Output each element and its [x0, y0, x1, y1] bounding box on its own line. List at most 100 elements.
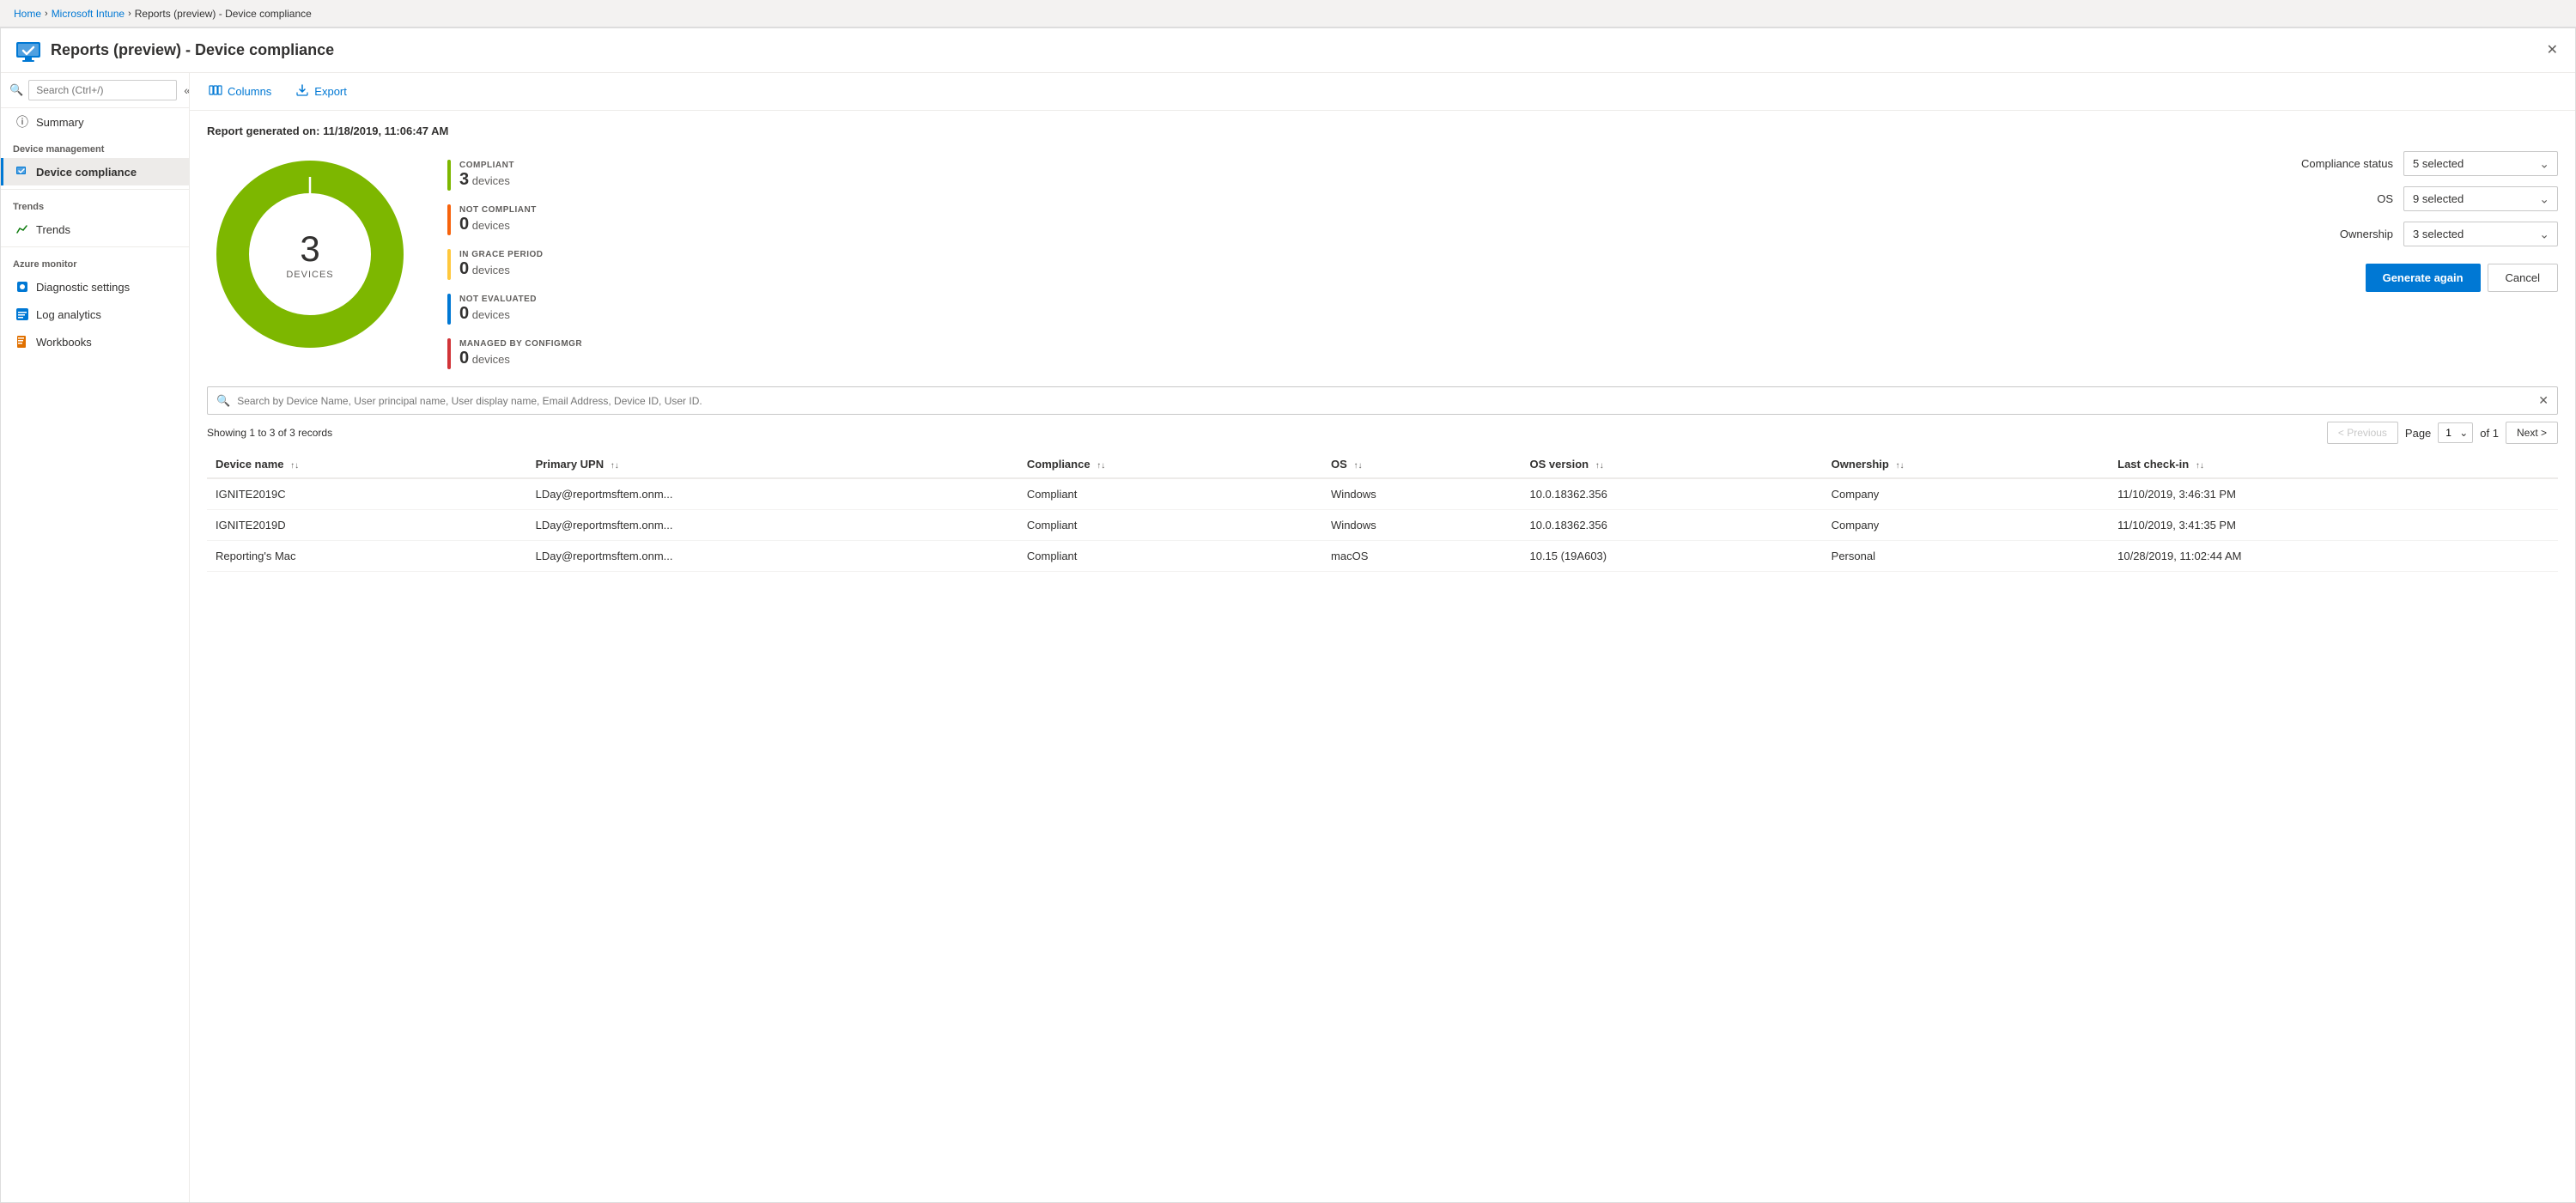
cell-device-name: Reporting's Mac [207, 541, 527, 572]
data-table: Device name ↑↓ Primary UPN ↑↓ Compliance… [207, 451, 2558, 572]
legend-managed-by-configmgr: MANAGED BY CONFIGMGR 0 devices [447, 338, 582, 369]
table-body: IGNITE2019CLDay@reportmsftem.onm...Compl… [207, 478, 2558, 572]
sidebar-item-label: Log analytics [36, 308, 101, 321]
cell-os: macOS [1322, 541, 1521, 572]
close-button[interactable]: ✕ [2543, 40, 2561, 61]
search-input[interactable] [28, 80, 177, 100]
legend-not-evaluated: NOT EVALUATED 0 devices [447, 294, 582, 325]
page-label: Page [2405, 427, 2431, 440]
sidebar-divider-1 [1, 189, 189, 190]
cell-last-check-in: 11/10/2019, 3:46:31 PM [2109, 478, 2558, 510]
sort-icon-os: ↑↓ [1353, 461, 1362, 471]
breadcrumb-intune[interactable]: Microsoft Intune [52, 8, 125, 20]
sort-icon-last-check-in: ↑↓ [2196, 461, 2204, 471]
columns-button[interactable]: Columns [204, 80, 276, 103]
cell-last-check-in: 11/10/2019, 3:41:35 PM [2109, 510, 2558, 541]
search-bar-icon: 🔍 [216, 394, 230, 408]
export-label: Export [314, 85, 347, 98]
donut-chart: 3 DEVICES [207, 151, 413, 357]
col-ownership[interactable]: Ownership ↑↓ [1823, 451, 2109, 478]
table-row: IGNITE2019DLDay@reportmsftem.onm...Compl… [207, 510, 2558, 541]
cell-primary-upn: LDay@reportmsftem.onm... [527, 478, 1018, 510]
export-button[interactable]: Export [290, 80, 352, 103]
cell-primary-upn: LDay@reportmsftem.onm... [527, 541, 1018, 572]
sort-icon-device-name: ↑↓ [290, 461, 299, 471]
cell-ownership: Company [1823, 478, 2109, 510]
pagination: < Previous Page 1 of 1 Next > [2327, 422, 2558, 444]
trends-icon [15, 222, 29, 236]
legend-bar-not-compliant [447, 204, 451, 235]
sort-icon-os-version: ↑↓ [1595, 461, 1604, 471]
breadcrumb-home[interactable]: Home [14, 8, 41, 20]
total-pages: of 1 [2480, 427, 2499, 440]
compliance-status-select[interactable]: 5 selected [2403, 151, 2558, 176]
sort-icon-compliance: ↑↓ [1097, 461, 1105, 471]
toolbar: Columns Export [190, 73, 2575, 111]
filter-compliance-status: Compliance status 5 selected [2281, 151, 2558, 176]
next-button[interactable]: Next > [2506, 422, 2558, 444]
main-content: Columns Export Report generated on: 11/1… [190, 73, 2575, 1202]
sidebar-section-device-management: Device management [1, 136, 189, 158]
filter-os-label: OS [2281, 192, 2393, 205]
workbooks-icon [15, 335, 29, 349]
legend-bar-managed-configmgr [447, 338, 451, 369]
ownership-dropdown-wrapper: 3 selected [2403, 222, 2558, 246]
sidebar-item-workbooks[interactable]: Workbooks [1, 328, 189, 355]
sidebar-item-summary[interactable]: ⓘ Summary [1, 108, 189, 136]
export-icon [295, 83, 309, 100]
columns-icon [209, 83, 222, 100]
sidebar-item-label: Device compliance [36, 166, 137, 179]
filter-buttons: Generate again Cancel [2281, 264, 2558, 292]
os-select[interactable]: 9 selected [2403, 186, 2558, 211]
filter-ownership-label: Ownership [2281, 228, 2393, 240]
cell-os: Windows [1322, 478, 1521, 510]
cell-os-version: 10.15 (19A603) [1521, 541, 1822, 572]
report-generated-value: 11/18/2019, 11:06:47 AM [323, 125, 448, 137]
cell-device-name: IGNITE2019D [207, 510, 527, 541]
cell-last-check-in: 10/28/2019, 11:02:44 AM [2109, 541, 2558, 572]
sidebar-item-label: Summary [36, 116, 84, 129]
col-device-name[interactable]: Device name ↑↓ [207, 451, 527, 478]
compliance-status-dropdown-wrapper: 5 selected [2403, 151, 2558, 176]
table-search-bar: 🔍 ✕ [207, 386, 2558, 415]
table-meta: Showing 1 to 3 of 3 records < Previous P… [207, 422, 2558, 444]
cancel-button[interactable]: Cancel [2488, 264, 2558, 292]
col-last-check-in[interactable]: Last check-in ↑↓ [2109, 451, 2558, 478]
filter-compliance-status-label: Compliance status [2281, 157, 2393, 170]
sidebar-item-label: Trends [36, 223, 70, 236]
legend-bar-in-grace-period [447, 249, 451, 280]
cell-compliance: Compliant [1018, 541, 1322, 572]
sidebar-item-device-compliance[interactable]: Device compliance [1, 158, 189, 185]
filter-os: OS 9 selected [2281, 186, 2558, 211]
filter-ownership: Ownership 3 selected [2281, 222, 2558, 246]
page-header-icon [15, 37, 42, 64]
diagnostic-icon [15, 280, 29, 294]
sidebar-item-label: Workbooks [36, 336, 92, 349]
summary-icon: ⓘ [15, 115, 29, 129]
page-title: Reports (preview) - Device compliance [51, 41, 334, 59]
sidebar-collapse-button[interactable]: « [182, 82, 190, 99]
ownership-select[interactable]: 3 selected [2403, 222, 2558, 246]
cell-os-version: 10.0.18362.356 [1521, 478, 1822, 510]
cell-compliance: Compliant [1018, 510, 1322, 541]
sidebar-item-diagnostic-settings[interactable]: Diagnostic settings [1, 273, 189, 301]
search-clear-icon[interactable]: ✕ [2538, 393, 2549, 408]
previous-button[interactable]: < Previous [2327, 422, 2398, 444]
page-select[interactable]: 1 [2438, 422, 2473, 443]
col-primary-upn[interactable]: Primary UPN ↑↓ [527, 451, 1018, 478]
sidebar: 🔍 « ⓘ Summary Device management Device c… [1, 73, 190, 1202]
sidebar-item-trends[interactable]: Trends [1, 216, 189, 243]
generate-again-button[interactable]: Generate again [2366, 264, 2481, 292]
legend-not-compliant: NOT COMPLIANT 0 devices [447, 204, 582, 235]
col-compliance[interactable]: Compliance ↑↓ [1018, 451, 1322, 478]
chart-legend: COMPLIANT 3 devices NOT COMPLIANT 0 devi… [447, 151, 582, 369]
col-os-version[interactable]: OS version ↑↓ [1521, 451, 1822, 478]
table-row: IGNITE2019CLDay@reportmsftem.onm...Compl… [207, 478, 2558, 510]
breadcrumb-current: Reports (preview) - Device compliance [135, 8, 312, 20]
table-search-input[interactable] [237, 395, 2531, 407]
table-header: Device name ↑↓ Primary UPN ↑↓ Compliance… [207, 451, 2558, 478]
sidebar-item-log-analytics[interactable]: Log analytics [1, 301, 189, 328]
col-os[interactable]: OS ↑↓ [1322, 451, 1521, 478]
sidebar-item-label: Diagnostic settings [36, 281, 130, 294]
legend-in-grace-period: IN GRACE PERIOD 0 devices [447, 249, 582, 280]
